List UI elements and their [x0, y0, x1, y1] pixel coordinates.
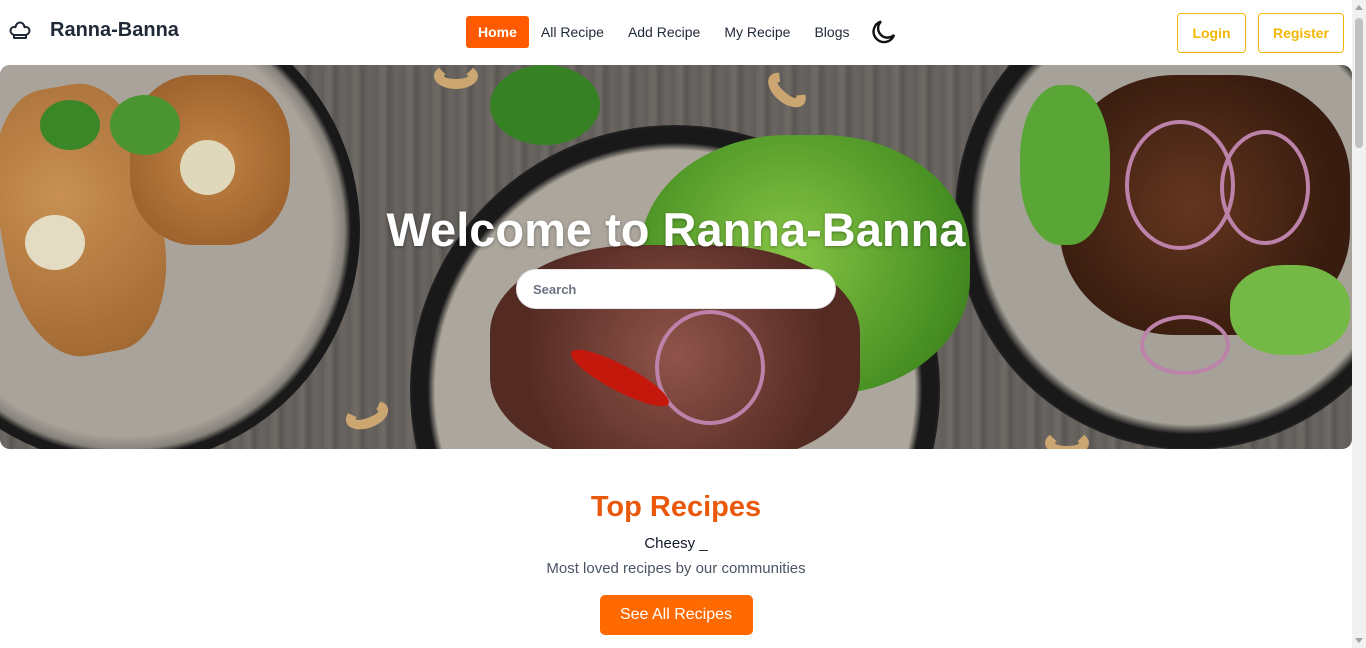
see-all-recipes-button[interactable]: See All Recipes: [599, 595, 753, 635]
moon-icon[interactable]: [868, 17, 898, 47]
scroll-thumb[interactable]: [1355, 18, 1363, 148]
register-button[interactable]: Register: [1258, 13, 1344, 53]
page: Ranna-Banna Home All Recipe Add Recipe M…: [0, 0, 1366, 648]
main-menu: Home All Recipe Add Recipe My Recipe Blo…: [466, 16, 898, 48]
brand[interactable]: Ranna-Banna: [8, 18, 179, 42]
nav-item-add-recipe[interactable]: Add Recipe: [616, 16, 712, 48]
nav-item-blogs[interactable]: Blogs: [802, 16, 861, 48]
login-button[interactable]: Login: [1177, 13, 1246, 53]
navbar: Ranna-Banna Home All Recipe Add Recipe M…: [0, 0, 1352, 65]
section-description: Most loved recipes by our communities: [546, 560, 806, 577]
hero-title: Welcome to Ranna-Banna: [386, 203, 966, 256]
auth-buttons: Login Register: [1177, 13, 1344, 53]
nav-item-home[interactable]: Home: [466, 16, 529, 48]
hero-banner: Welcome to Ranna-Banna: [0, 65, 1352, 449]
section-title: Top Recipes: [590, 491, 762, 523]
top-recipes-section: Top Recipes Cheesy _ Most loved recipes …: [0, 449, 1352, 635]
scrollbar[interactable]: [1352, 0, 1366, 648]
scroll-up-arrow-icon[interactable]: [1355, 5, 1363, 10]
nav-item-my-recipe[interactable]: My Recipe: [712, 16, 802, 48]
typing-text: Cheesy _: [644, 535, 708, 552]
search-input[interactable]: [516, 269, 836, 309]
brand-name: Ranna-Banna: [50, 18, 179, 41]
nav-item-all-recipe[interactable]: All Recipe: [529, 16, 616, 48]
scroll-down-arrow-icon[interactable]: [1355, 638, 1363, 643]
hero-overlay: [0, 65, 1352, 449]
chef-hat-icon: [9, 21, 31, 39]
